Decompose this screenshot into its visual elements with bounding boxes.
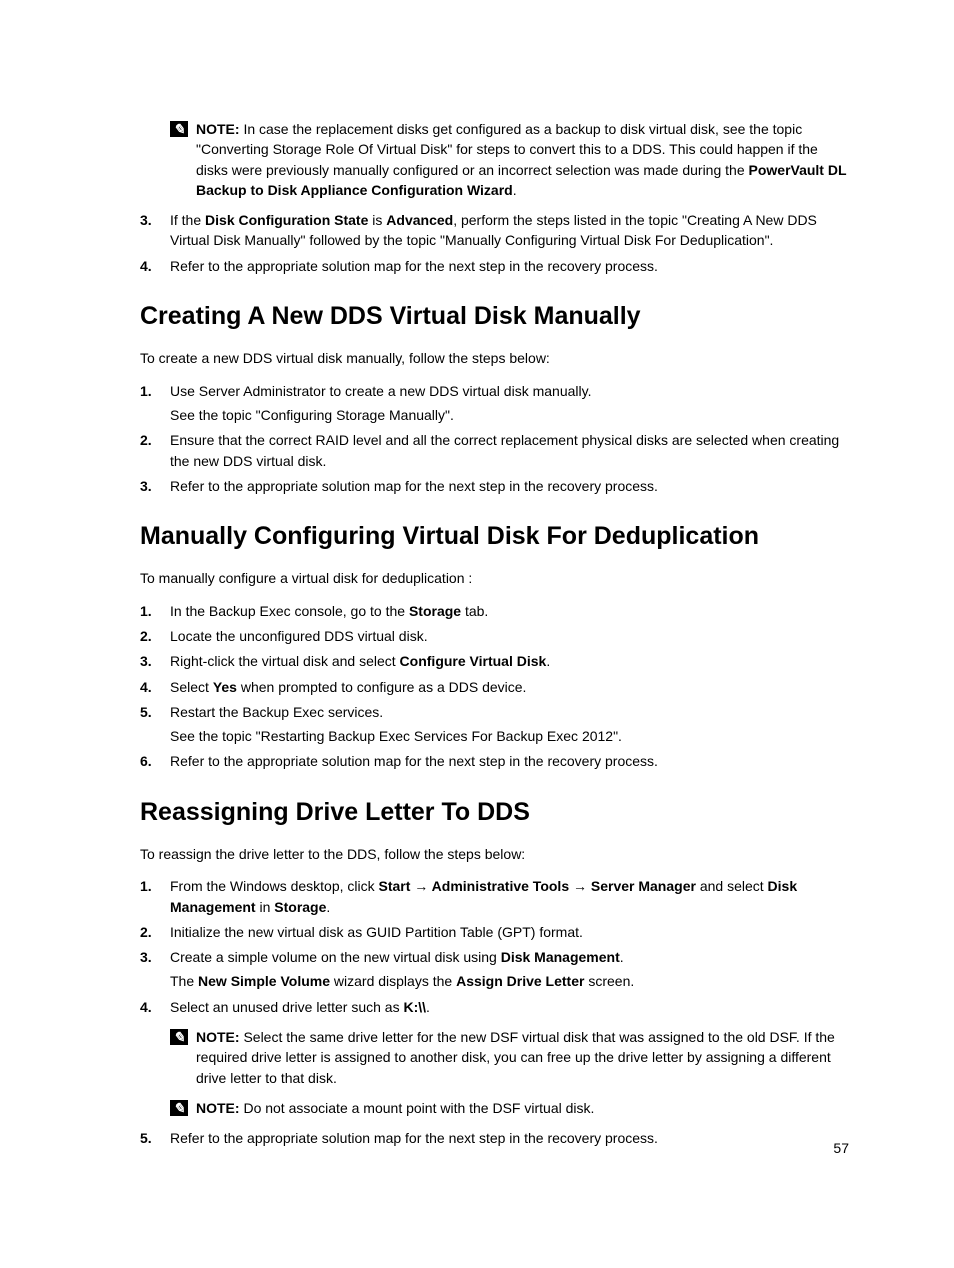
step-item: 2. Ensure that the correct RAID level an… bbox=[140, 430, 849, 471]
step-item: 3. Create a simple volume on the new vir… bbox=[140, 947, 849, 992]
section-heading: Manually Configuring Virtual Disk For De… bbox=[140, 518, 849, 554]
section-heading: Creating A New DDS Virtual Disk Manually bbox=[140, 298, 849, 334]
step-number: 1. bbox=[140, 601, 170, 621]
step-number: 2. bbox=[140, 626, 170, 646]
step-text: Refer to the appropriate solution map fo… bbox=[170, 1128, 849, 1148]
step-number: 2. bbox=[140, 922, 170, 942]
page-number: 57 bbox=[833, 1138, 849, 1158]
step-number: 1. bbox=[140, 876, 170, 917]
section-steps: 1. In the Backup Exec console, go to the… bbox=[140, 601, 849, 772]
document-page: ✎ NOTE: In case the replacement disks ge… bbox=[0, 0, 954, 1268]
step-number: 5. bbox=[140, 702, 170, 747]
step-number: 4. bbox=[140, 677, 170, 697]
step-item: 5. Refer to the appropriate solution map… bbox=[140, 1128, 849, 1148]
step-number: 2. bbox=[140, 430, 170, 471]
step-number: 6. bbox=[140, 751, 170, 771]
note-icon: ✎ bbox=[170, 1029, 188, 1045]
step-text: Refer to the appropriate solution map fo… bbox=[170, 751, 849, 771]
step-text: Ensure that the correct RAID level and a… bbox=[170, 430, 849, 471]
step-item: 3. Right-click the virtual disk and sele… bbox=[140, 651, 849, 671]
step-number: 3. bbox=[140, 476, 170, 496]
step-text: Restart the Backup Exec services. See th… bbox=[170, 702, 849, 747]
step-item: 3. Refer to the appropriate solution map… bbox=[140, 476, 849, 496]
step-item: 4. Refer to the appropriate solution map… bbox=[140, 256, 849, 276]
step-text: Locate the unconfigured DDS virtual disk… bbox=[170, 626, 849, 646]
step-number: 3. bbox=[140, 947, 170, 992]
section-heading: Reassigning Drive Letter To DDS bbox=[140, 794, 849, 830]
note-text: NOTE: Do not associate a mount point wit… bbox=[196, 1098, 849, 1118]
step-text: Use Server Administrator to create a new… bbox=[170, 381, 849, 426]
step-text: Select an unused drive letter such as K:… bbox=[170, 997, 849, 1017]
step-item: 4. Select Yes when prompted to configure… bbox=[140, 677, 849, 697]
step-item: 1. From the Windows desktop, click Start… bbox=[140, 876, 849, 917]
section-steps: 1. From the Windows desktop, click Start… bbox=[140, 876, 849, 1017]
step-number: 5. bbox=[140, 1128, 170, 1148]
step-item: 4. Select an unused drive letter such as… bbox=[140, 997, 849, 1017]
step-text: Refer to the appropriate solution map fo… bbox=[170, 256, 849, 276]
note-block: ✎ NOTE: Do not associate a mount point w… bbox=[170, 1098, 849, 1118]
step-number: 4. bbox=[140, 997, 170, 1017]
step-text: Refer to the appropriate solution map fo… bbox=[170, 476, 849, 496]
step-text: Right-click the virtual disk and select … bbox=[170, 651, 849, 671]
step-item: 3. If the Disk Configuration State is Ad… bbox=[140, 210, 849, 251]
step-item: 5. Restart the Backup Exec services. See… bbox=[140, 702, 849, 747]
note-text: NOTE: Select the same drive letter for t… bbox=[196, 1027, 849, 1088]
step-text: If the Disk Configuration State is Advan… bbox=[170, 210, 849, 251]
note-text: NOTE: In case the replacement disks get … bbox=[196, 119, 849, 200]
section-intro: To manually configure a virtual disk for… bbox=[140, 568, 849, 588]
section-steps: 5. Refer to the appropriate solution map… bbox=[140, 1128, 849, 1148]
step-item: 1. Use Server Administrator to create a … bbox=[140, 381, 849, 426]
note-icon: ✎ bbox=[170, 1100, 188, 1116]
section-intro: To create a new DDS virtual disk manuall… bbox=[140, 348, 849, 368]
step-item: 2. Initialize the new virtual disk as GU… bbox=[140, 922, 849, 942]
note-block: ✎ NOTE: In case the replacement disks ge… bbox=[170, 119, 849, 200]
step-number: 1. bbox=[140, 381, 170, 426]
step-number: 3. bbox=[140, 210, 170, 251]
step-text: Create a simple volume on the new virtua… bbox=[170, 947, 849, 992]
step-item: 6. Refer to the appropriate solution map… bbox=[140, 751, 849, 771]
step-text: From the Windows desktop, click Start → … bbox=[170, 876, 849, 917]
step-text: Select Yes when prompted to configure as… bbox=[170, 677, 849, 697]
step-number: 4. bbox=[140, 256, 170, 276]
step-text: Initialize the new virtual disk as GUID … bbox=[170, 922, 849, 942]
step-number: 3. bbox=[140, 651, 170, 671]
step-item: 1. In the Backup Exec console, go to the… bbox=[140, 601, 849, 621]
note-block: ✎ NOTE: Select the same drive letter for… bbox=[170, 1027, 849, 1088]
section-intro: To reassign the drive letter to the DDS,… bbox=[140, 844, 849, 864]
step-text: In the Backup Exec console, go to the St… bbox=[170, 601, 849, 621]
note-icon: ✎ bbox=[170, 121, 188, 137]
section-steps: 1. Use Server Administrator to create a … bbox=[140, 381, 849, 496]
continuation-steps: 3. If the Disk Configuration State is Ad… bbox=[140, 210, 849, 276]
step-item: 2. Locate the unconfigured DDS virtual d… bbox=[140, 626, 849, 646]
